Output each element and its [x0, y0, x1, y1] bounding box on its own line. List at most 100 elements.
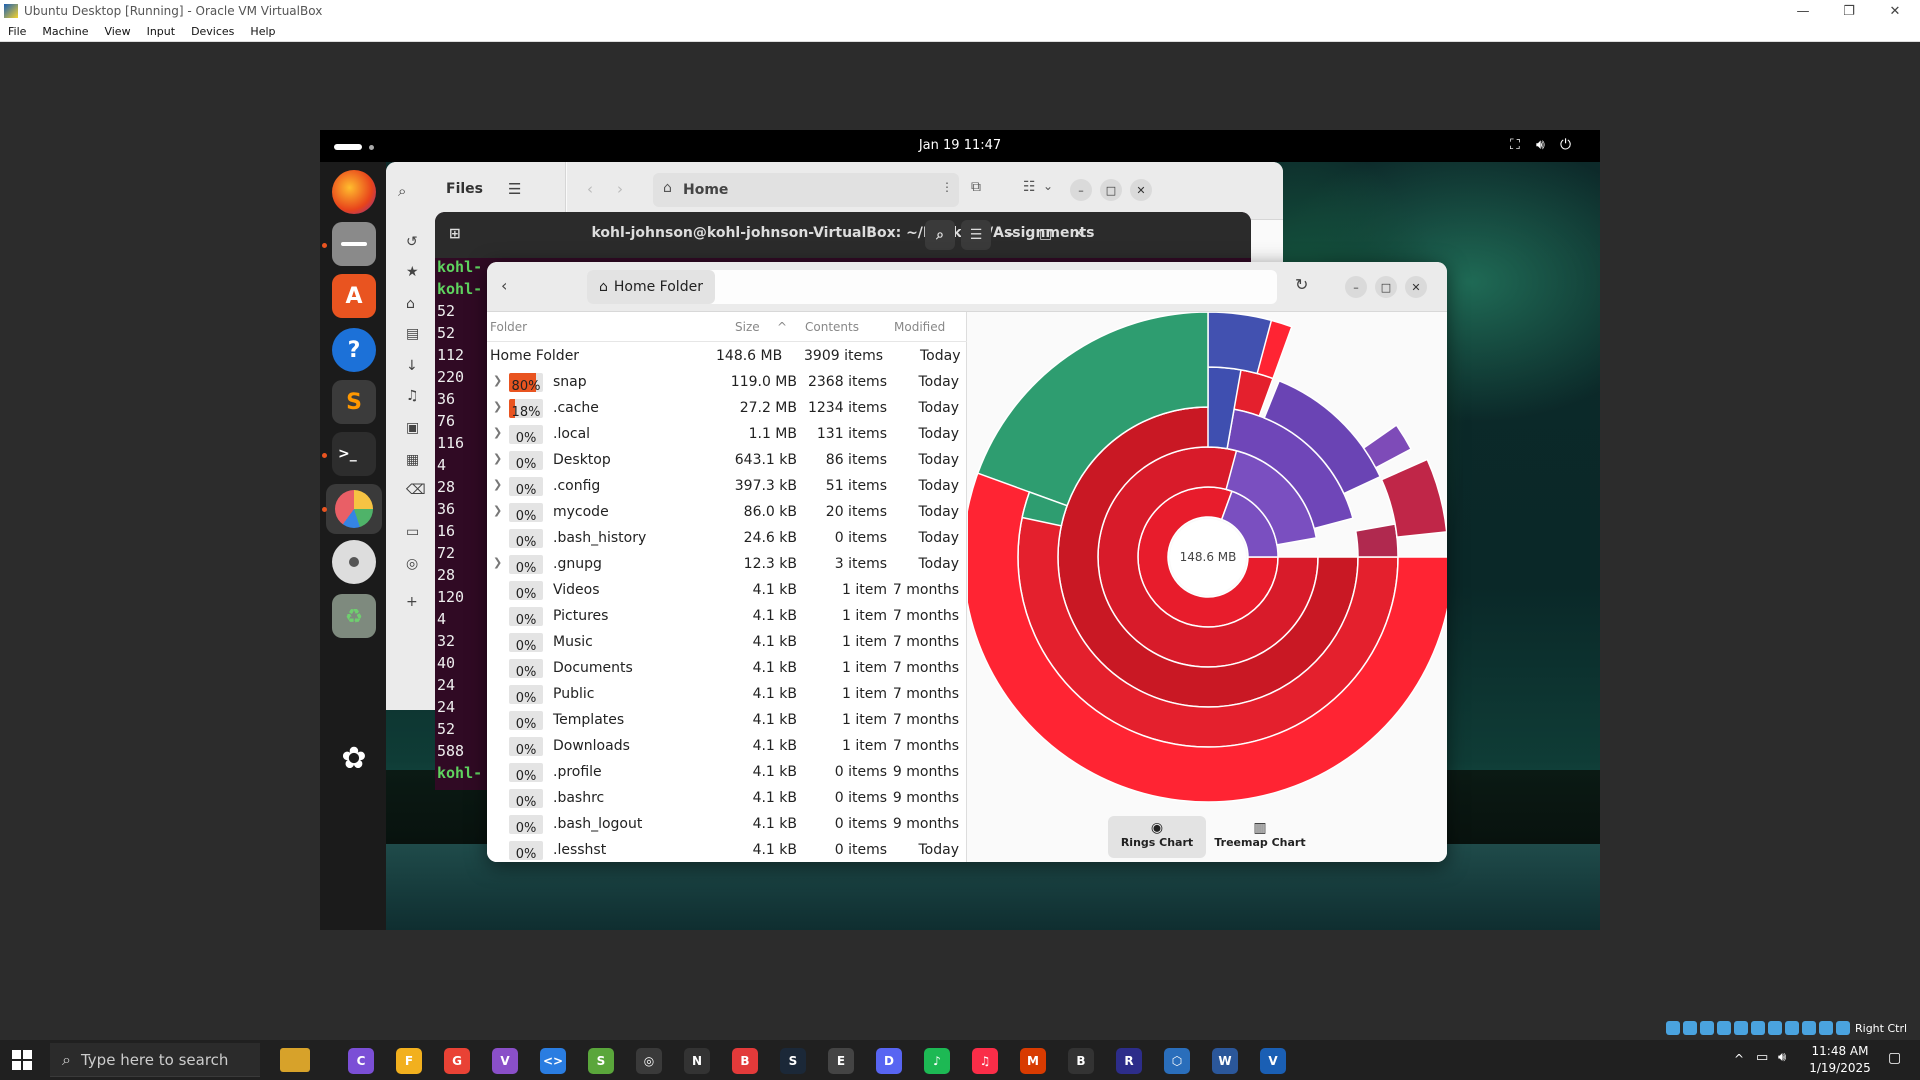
- table-row[interactable]: ❯ 0% .gnupg 12.3 kB 3 items Today: [487, 552, 967, 578]
- chatgpt-icon[interactable]: ◎: [636, 1048, 662, 1074]
- downloads-icon[interactable]: ↓: [406, 358, 418, 374]
- app-center-icon[interactable]: A: [332, 274, 376, 318]
- maximize-button[interactable]: □: [1100, 179, 1122, 201]
- drive-icon[interactable]: ▭: [406, 524, 419, 540]
- discord-icon[interactable]: D: [876, 1048, 902, 1074]
- disk-usage-analyzer-icon[interactable]: [326, 484, 382, 534]
- menu-help[interactable]: Help: [242, 25, 283, 38]
- r-icon[interactable]: R: [1116, 1048, 1142, 1074]
- steam-icon[interactable]: S: [780, 1048, 806, 1074]
- back-icon[interactable]: ‹: [587, 180, 593, 198]
- brave-icon[interactable]: B: [732, 1048, 758, 1074]
- minimize-button[interactable]: –: [1070, 179, 1092, 201]
- virtualbox-icon[interactable]: V: [1260, 1048, 1286, 1074]
- home-icon[interactable]: ⌂: [406, 296, 415, 312]
- m365-icon[interactable]: M: [1020, 1048, 1046, 1074]
- pictures-icon[interactable]: ▣: [406, 420, 419, 436]
- audio-icon[interactable]: [1700, 1021, 1714, 1035]
- table-row[interactable]: 0% Templates 4.1 kB 1 item 7 months: [487, 708, 967, 734]
- close-button[interactable]: ✕: [1130, 179, 1152, 201]
- table-row[interactable]: 0% .bashrc 4.1 kB 0 items 9 months: [487, 786, 967, 812]
- network-icon[interactable]: ▭: [1756, 1050, 1768, 1065]
- table-row[interactable]: 0% Downloads 4.1 kB 1 item 7 months: [487, 734, 967, 760]
- rings-chart-panel[interactable]: 148.6 MB ◉ Rings Chart ▥ Treemap Chart: [962, 311, 1447, 862]
- trash-icon[interactable]: ⌫: [406, 482, 426, 498]
- minimize-button[interactable]: –: [1007, 226, 1014, 242]
- documents-icon[interactable]: ▤: [406, 326, 419, 342]
- date-time[interactable]: Jan 19 11:47: [320, 138, 1600, 153]
- files-icon[interactable]: [332, 222, 376, 266]
- view-options-icon[interactable]: ⌄: [1043, 179, 1053, 193]
- location-bar[interactable]: ⌂ Home ⋮: [653, 173, 959, 207]
- music-icon[interactable]: ♫: [406, 388, 419, 404]
- videos-icon[interactable]: ▦: [406, 452, 419, 468]
- column-header-size[interactable]: Size: [735, 320, 760, 334]
- starred-icon[interactable]: ★: [406, 264, 419, 280]
- rings-chart[interactable]: 148.6 MB: [962, 311, 1447, 812]
- table-row[interactable]: 0% .lesshst 4.1 kB 0 items Today: [487, 838, 967, 862]
- taskbar-search[interactable]: ⌕ Type here to search: [50, 1043, 260, 1077]
- notifications-icon[interactable]: ▢: [1888, 1050, 1901, 1066]
- trash-icon[interactable]: ♻: [332, 594, 376, 638]
- table-row[interactable]: 0% .bash_history 24.6 kB 0 items Today: [487, 526, 967, 552]
- table-row[interactable]: ❯ 18% .cache 27.2 MB 1234 items Today: [487, 396, 967, 422]
- menu-view[interactable]: View: [96, 25, 138, 38]
- menu-machine[interactable]: Machine: [34, 25, 96, 38]
- disc-icon[interactable]: ◎: [406, 556, 418, 572]
- close-button[interactable]: ✕: [1405, 276, 1427, 298]
- network-icon[interactable]: ⛶: [1510, 137, 1520, 153]
- terminal-icon[interactable]: >_: [332, 432, 376, 476]
- column-header-folder[interactable]: Folder: [490, 320, 527, 334]
- bar-icon[interactable]: B: [1068, 1048, 1094, 1074]
- new-tab-icon[interactable]: ⧉: [971, 179, 981, 195]
- hamburger-menu-icon[interactable]: ☰: [961, 220, 991, 250]
- help-icon[interactable]: ?: [332, 328, 376, 372]
- table-row[interactable]: ❯ 0% .local 1.1 MB 131 items Today: [487, 422, 967, 448]
- tab-rings-chart[interactable]: ◉ Rings Chart: [1108, 816, 1206, 858]
- volume-icon[interactable]: 🔊︎: [1536, 137, 1545, 153]
- optical-drive-icon[interactable]: [1683, 1021, 1697, 1035]
- display-icon[interactable]: [1768, 1021, 1782, 1035]
- copilot-icon[interactable]: C: [348, 1048, 374, 1074]
- minimize-button[interactable]: –: [1345, 276, 1367, 298]
- search-icon[interactable]: ⌕: [398, 182, 406, 200]
- table-row[interactable]: ❯ 0% mycode 86.0 kB 20 items Today: [487, 500, 967, 526]
- more-options-icon[interactable]: ⋮: [941, 180, 953, 194]
- virtualbox-cube-icon[interactable]: ⬡: [1164, 1048, 1190, 1074]
- show-apps-icon[interactable]: ✿: [332, 736, 376, 780]
- table-row[interactable]: ❯ 0% .config 397.3 kB 51 items Today: [487, 474, 967, 500]
- taskbar-clock[interactable]: 11:48 AM 1/19/2025: [1800, 1043, 1880, 1077]
- minimize-button[interactable]: —: [1780, 0, 1826, 22]
- table-row-root[interactable]: Home Folder 148.6 MB 3909 items Today: [487, 344, 967, 370]
- sublime-like-icon[interactable]: S: [588, 1048, 614, 1074]
- hard-disk-icon[interactable]: [1666, 1021, 1680, 1035]
- usb-icon[interactable]: [1734, 1021, 1748, 1035]
- maximize-button[interactable]: □: [1375, 276, 1397, 298]
- firefox-icon[interactable]: [332, 170, 376, 214]
- apple-music-icon[interactable]: ♫: [972, 1048, 998, 1074]
- column-header-modified[interactable]: Modified: [894, 320, 945, 334]
- table-row[interactable]: 0% Pictures 4.1 kB 1 item 7 months: [487, 604, 967, 630]
- visual-studio-icon[interactable]: V: [492, 1048, 518, 1074]
- volume-icon[interactable]: 🔊︎: [1778, 1050, 1786, 1065]
- table-row[interactable]: 0% Music 4.1 kB 1 item 7 months: [487, 630, 967, 656]
- recent-icon[interactable]: ↺: [406, 234, 418, 250]
- shared-folders-icon[interactable]: [1751, 1021, 1765, 1035]
- table-row[interactable]: ❯ 0% Desktop 643.1 kB 86 items Today: [487, 448, 967, 474]
- spotify-icon[interactable]: ♪: [924, 1048, 950, 1074]
- network-icon[interactable]: [1717, 1021, 1731, 1035]
- recording-icon[interactable]: [1785, 1021, 1799, 1035]
- hamburger-menu-icon[interactable]: ☰: [508, 180, 521, 198]
- close-button[interactable]: ✕: [1073, 226, 1085, 242]
- table-row[interactable]: ❯ 80% snap 119.0 MB 2368 items Today: [487, 370, 967, 396]
- explorer-icon[interactable]: F: [396, 1048, 422, 1074]
- maximize-button[interactable]: □: [1039, 226, 1052, 242]
- menu-devices[interactable]: Devices: [183, 25, 242, 38]
- column-header-contents[interactable]: Contents: [805, 320, 859, 334]
- disc-icon[interactable]: [332, 540, 376, 584]
- vm-display[interactable]: Jan 19 11:47 ⛶ 🔊︎ ⏻ A ? S >_ ♻ ✿ ⌕ Files…: [320, 130, 1600, 930]
- list-view-icon[interactable]: ☷: [1023, 179, 1036, 195]
- menu-file[interactable]: File: [0, 25, 34, 38]
- back-icon[interactable]: ‹: [501, 276, 507, 295]
- disk-usage-analyzer-window[interactable]: ‹ ⌂ Home Folder ↻ – □ ✕ Folder Size ^ Co…: [487, 262, 1447, 862]
